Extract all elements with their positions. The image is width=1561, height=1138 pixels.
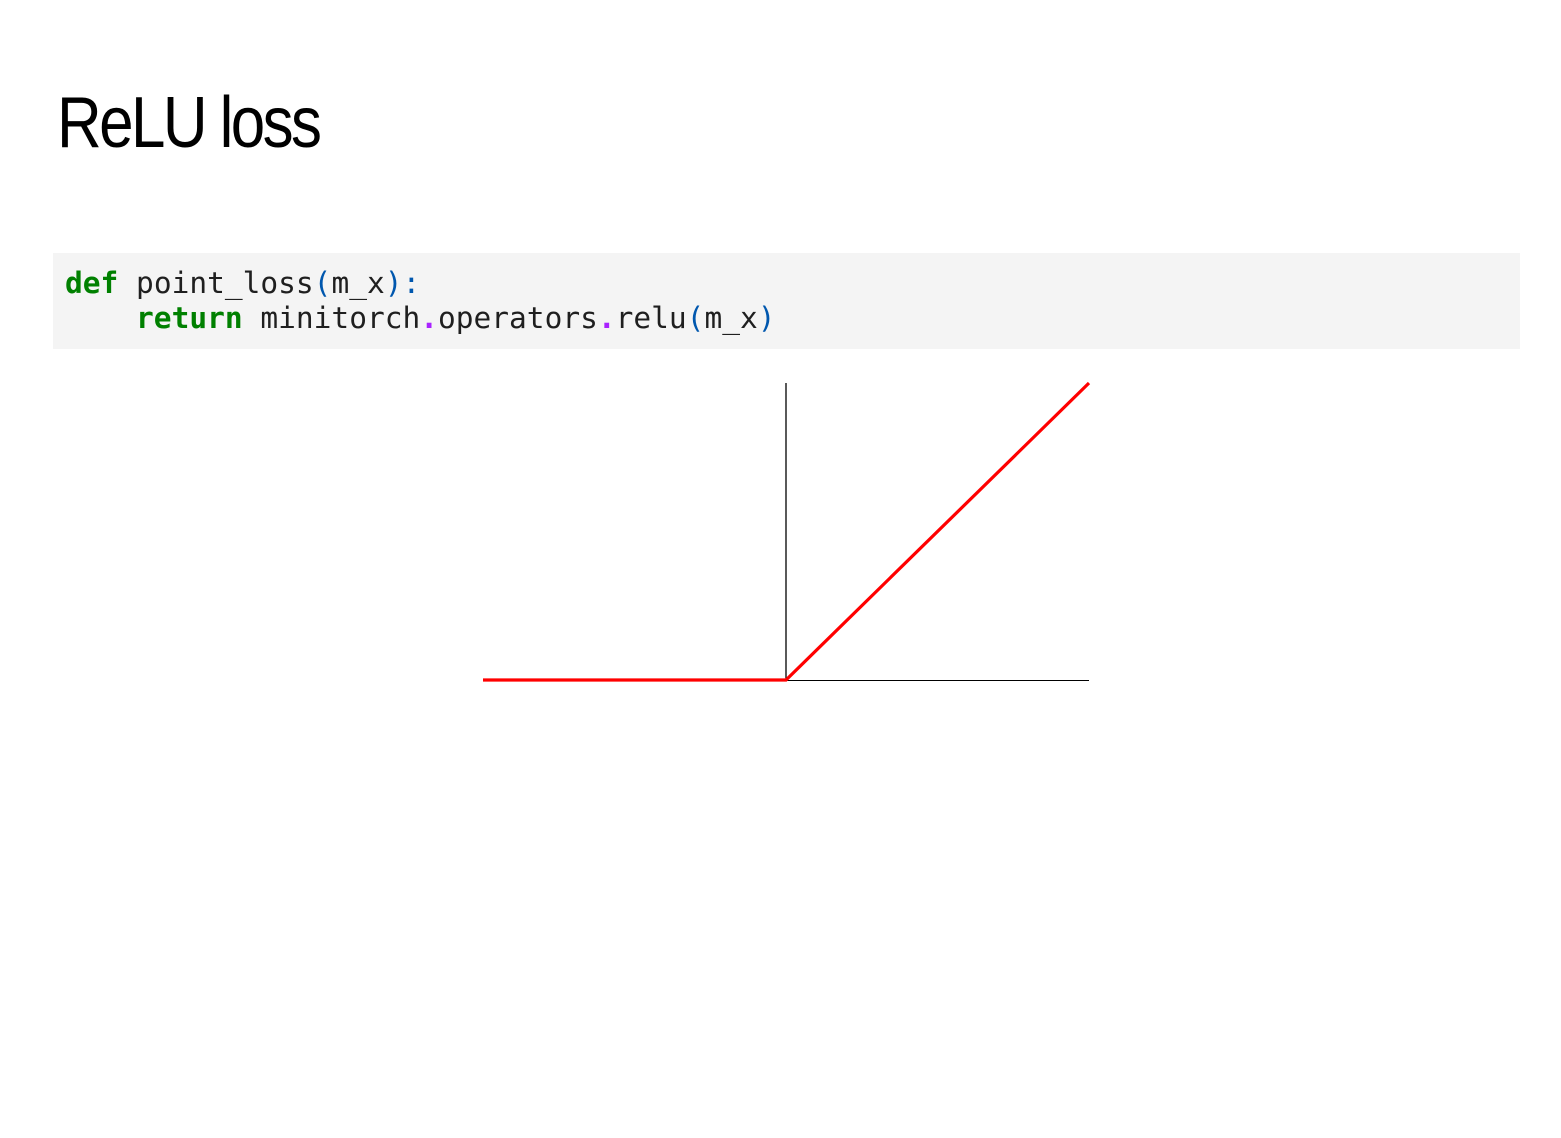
- relu-chart: [483, 381, 1091, 682]
